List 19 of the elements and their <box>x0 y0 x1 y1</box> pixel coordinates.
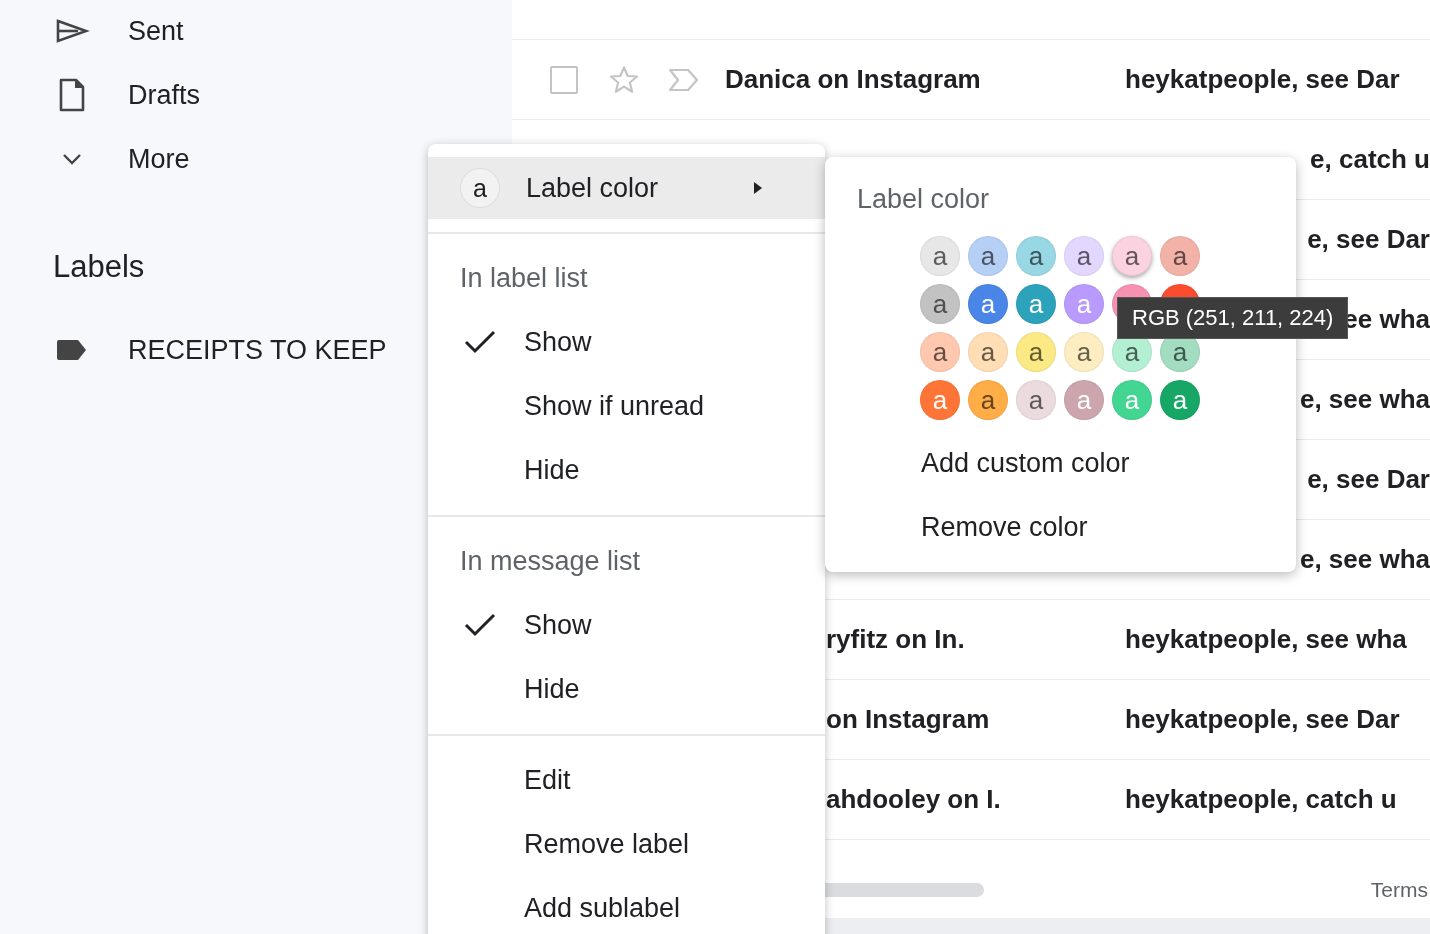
labels-heading: Labels <box>53 248 145 286</box>
swatch-icon: a <box>460 168 500 208</box>
message-snippet: heykatpeople, see Dar <box>1125 64 1400 95</box>
sender-name: Danica on Instagram <box>725 64 982 95</box>
sender-name: ryfitz on In. <box>826 624 966 655</box>
message-snippet: heykatpeople, catch u <box>1125 784 1397 815</box>
submenu-title: Label color <box>856 183 991 215</box>
tooltip: RGB (251, 211, 224) <box>1117 297 1349 339</box>
sender-name: on Instagram <box>826 704 991 735</box>
menu-section-heading: In label list <box>459 262 589 295</box>
sender-name: ahdooley on I. <box>826 784 1002 815</box>
message-snippet: e, see Dar <box>1307 224 1430 255</box>
message-snippet: e, see wha <box>1299 544 1430 575</box>
message-snippet: heykatpeople, see wha <box>1125 624 1407 655</box>
menu-section-heading: In message list <box>459 545 642 578</box>
message-snippet: e, see Dar <box>1307 464 1430 495</box>
message-snippet: e, catch u <box>1310 144 1430 175</box>
message-snippet: heykatpeople, see Dar <box>1125 704 1400 735</box>
message-snippet: e, see wha <box>1299 384 1430 415</box>
